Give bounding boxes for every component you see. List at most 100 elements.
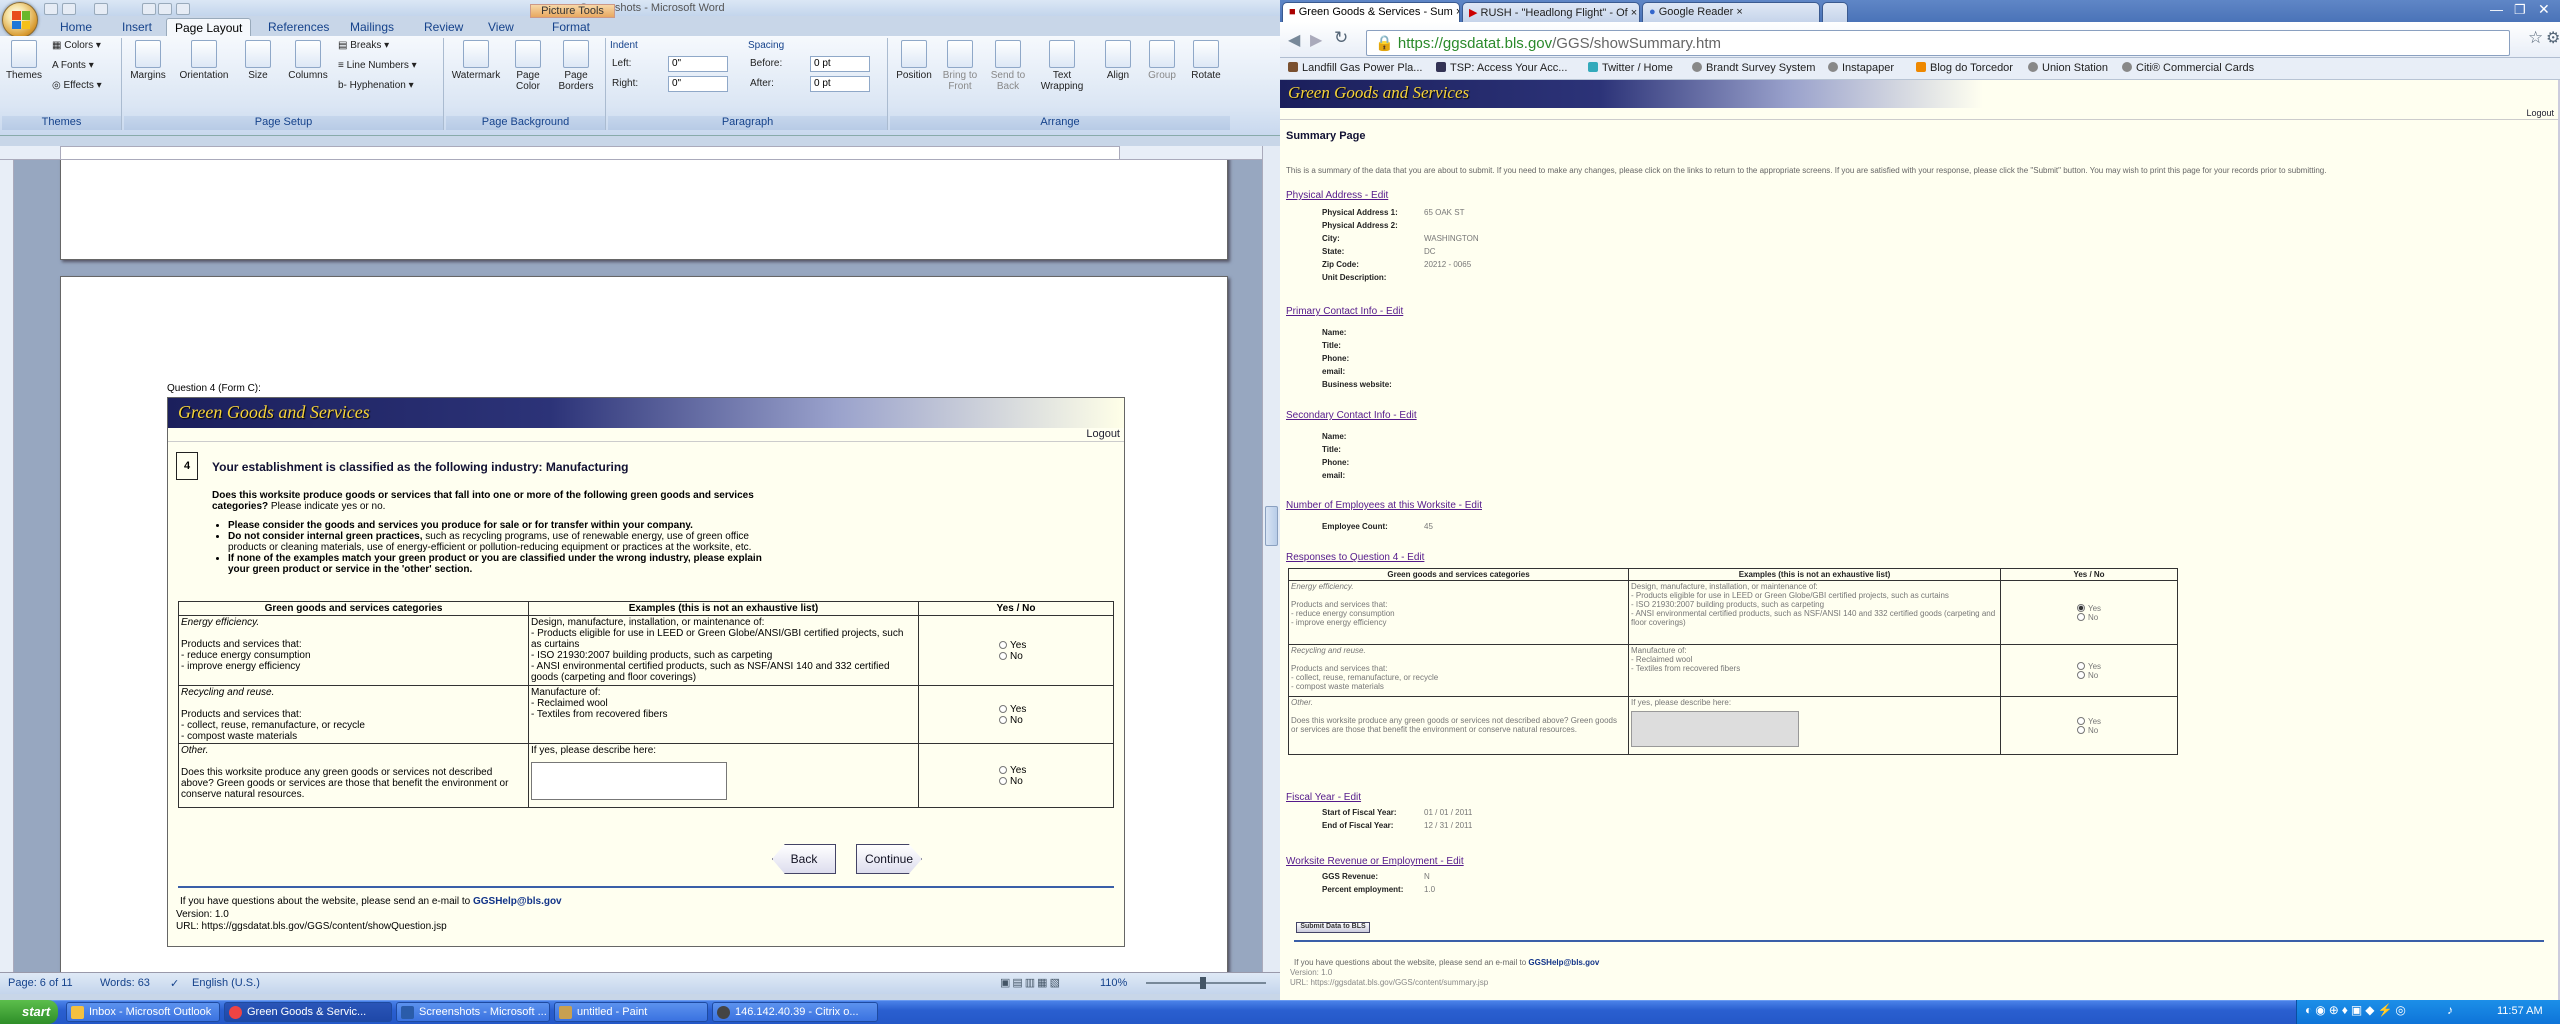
wrench-icon[interactable]: ⚙: [2546, 28, 2560, 48]
effects-button[interactable]: ◎ Effects ▾: [52, 80, 102, 91]
no-radio[interactable]: [999, 776, 1007, 785]
no-radio[interactable]: [999, 715, 1007, 724]
page-borders-button[interactable]: Page Borders: [554, 40, 598, 92]
yes-radio[interactable]: [2077, 662, 2085, 671]
text-wrapping-button[interactable]: Text Wrapping: [1034, 40, 1090, 92]
zoom-level[interactable]: 110%: [1100, 977, 1127, 989]
tab-review[interactable]: Review: [416, 18, 471, 36]
close-icon[interactable]: ×: [1736, 6, 1742, 18]
help-email-link[interactable]: GGSHelp@bls.gov: [1528, 958, 1599, 967]
yes-radio[interactable]: [2077, 717, 2085, 726]
back-icon[interactable]: ◀: [1288, 30, 1300, 50]
submit-button[interactable]: Submit Data to BLS: [1296, 922, 1370, 933]
describe-textarea[interactable]: [1631, 711, 1799, 747]
tab-references[interactable]: References: [260, 18, 337, 36]
no-radio[interactable]: [2077, 671, 2085, 680]
task-citrix[interactable]: 146.142.40.39 - Citrix o...: [712, 1002, 878, 1022]
help-email-link[interactable]: GGSHelp@bls.gov: [473, 896, 562, 907]
qat-more-icon[interactable]: [176, 3, 190, 15]
revenue-edit-link[interactable]: Worksite Revenue or Employment - Edit: [1286, 856, 1464, 867]
spell-check-icon[interactable]: ✓: [170, 977, 179, 990]
indent-left-input[interactable]: 0": [668, 56, 728, 72]
language[interactable]: English (U.S.): [192, 977, 260, 989]
yes-radio-selected[interactable]: [2077, 604, 2085, 613]
bookmark-item[interactable]: Brandt Survey System: [1692, 62, 1815, 74]
hyphenation-button[interactable]: b- Hyphenation ▾: [338, 80, 414, 91]
logout-link[interactable]: Logout: [168, 428, 1124, 442]
rotate-button[interactable]: Rotate: [1186, 40, 1226, 81]
document-page[interactable]: Question 4 (Form C): Green Goods and Ser…: [60, 276, 1228, 972]
group-button[interactable]: Group: [1142, 40, 1182, 81]
bookmark-item[interactable]: Citi® Commercial Cards: [2122, 62, 2254, 74]
physical-address-edit-link[interactable]: Physical Address - Edit: [1286, 190, 1388, 201]
logout-link[interactable]: Logout: [1280, 108, 2558, 120]
bookmark-item[interactable]: TSP: Access Your Acc...: [1436, 62, 1567, 74]
send-to-back-button[interactable]: Send to Back: [986, 40, 1030, 92]
address-bar[interactable]: 🔒 https://ggsdatat.bls.gov/GGS/showSumma…: [1366, 30, 2510, 56]
reload-icon[interactable]: ↻: [1334, 28, 1348, 48]
margins-button[interactable]: Margins: [128, 40, 168, 81]
continue-button[interactable]: Continue: [856, 844, 922, 874]
zoom-slider[interactable]: [1146, 982, 1266, 984]
describe-textarea[interactable]: [531, 762, 727, 800]
employees-edit-link[interactable]: Number of Employees at this Worksite - E…: [1286, 500, 1482, 511]
maximize-icon[interactable]: ❐: [2514, 2, 2526, 18]
tab-home[interactable]: Home: [52, 18, 100, 36]
tab-page-layout[interactable]: Page Layout: [166, 18, 252, 36]
secondary-contact-edit-link[interactable]: Secondary Contact Info - Edit: [1286, 410, 1417, 421]
position-button[interactable]: Position: [892, 40, 936, 81]
minimize-icon[interactable]: —: [2490, 2, 2503, 17]
indent-right-input[interactable]: 0": [668, 76, 728, 92]
undo-icon[interactable]: [62, 3, 76, 15]
task-outlook[interactable]: Inbox - Microsoft Outlook: [66, 1002, 220, 1022]
forward-icon[interactable]: ▶: [1310, 30, 1322, 50]
bookmark-item[interactable]: Union Station: [2028, 62, 2108, 74]
browser-tab-ggs[interactable]: ■ Green Goods & Services - Sum ×: [1282, 2, 1460, 22]
tab-insert[interactable]: Insert: [114, 18, 160, 36]
save-icon[interactable]: [44, 3, 58, 15]
columns-button[interactable]: Columns: [284, 40, 332, 81]
clock[interactable]: 11:57 AM: [2497, 1005, 2543, 1017]
tray-icons[interactable]: ◐◉⊕♦▣◆⚡◎: [2305, 1003, 2409, 1017]
yes-radio[interactable]: [999, 704, 1007, 713]
scroll-thumb[interactable]: [1265, 506, 1278, 546]
bookmark-item[interactable]: Instapaper: [1828, 62, 1894, 74]
page-color-button[interactable]: Page Color: [506, 40, 550, 92]
close-icon[interactable]: ×: [1631, 7, 1637, 19]
speaker-icon[interactable]: ♪: [2447, 1003, 2453, 1017]
yes-radio[interactable]: [999, 765, 1007, 774]
orientation-button[interactable]: Orientation: [176, 40, 232, 81]
browser-tab-reader[interactable]: ● Google Reader ×: [1642, 2, 1820, 22]
close-icon[interactable]: ×: [1456, 6, 1459, 18]
view-buttons[interactable]: ▣▤▥▦▧: [1000, 976, 1062, 989]
tab-format[interactable]: Format: [544, 18, 598, 36]
print-icon[interactable]: [142, 3, 156, 15]
yes-radio[interactable]: [999, 640, 1007, 649]
spacing-after-input[interactable]: 0 pt: [810, 76, 870, 92]
close-window-icon[interactable]: ✕: [2538, 1, 2550, 18]
fiscal-year-edit-link[interactable]: Fiscal Year - Edit: [1286, 792, 1361, 803]
colors-button[interactable]: ▦ Colors ▾: [52, 40, 101, 51]
word-count[interactable]: Words: 63: [100, 977, 150, 989]
watermark-button[interactable]: Watermark: [450, 40, 502, 81]
ruler-scale[interactable]: [60, 146, 1120, 160]
task-word[interactable]: Screenshots - Microsoft ...: [396, 1002, 550, 1022]
start-button[interactable]: start: [0, 1000, 58, 1024]
word-vertical-scrollbar[interactable]: [1262, 146, 1280, 972]
no-radio[interactable]: [999, 651, 1007, 660]
bookmark-star-icon[interactable]: ☆: [2528, 28, 2543, 48]
page-count[interactable]: Page: 6 of 11: [8, 977, 73, 989]
zoom-slider-thumb[interactable]: [1200, 977, 1206, 989]
primary-contact-edit-link[interactable]: Primary Contact Info - Edit: [1286, 306, 1403, 317]
task-paint[interactable]: untitled - Paint: [554, 1002, 708, 1022]
no-radio[interactable]: [2077, 726, 2085, 735]
question4-edit-link[interactable]: Responses to Question 4 - Edit: [1286, 552, 1424, 563]
task-chrome[interactable]: Green Goods & Servic...: [224, 1002, 392, 1022]
spacing-before-input[interactable]: 0 pt: [810, 56, 870, 72]
bookmark-item[interactable]: Landfill Gas Power Pla...: [1288, 62, 1422, 74]
align-button[interactable]: Align: [1098, 40, 1138, 81]
office-button[interactable]: [2, 2, 38, 38]
tab-view[interactable]: View: [480, 18, 522, 36]
bookmark-item[interactable]: Blog do Torcedor: [1916, 62, 2013, 74]
size-button[interactable]: Size: [238, 40, 278, 81]
